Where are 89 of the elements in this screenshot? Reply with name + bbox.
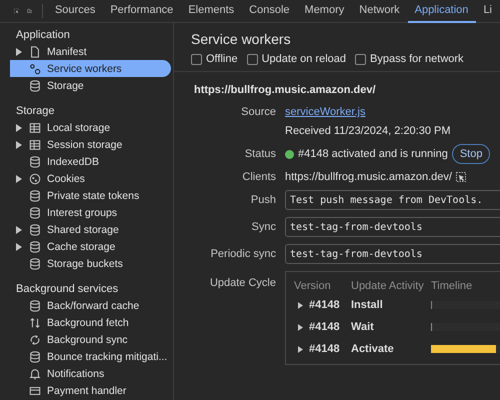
database-icon	[29, 300, 41, 312]
sidebar-item[interactable]: Interest groups	[10, 204, 171, 221]
expand-arrow-icon[interactable]	[16, 140, 22, 148]
periodic-sync-input[interactable]: test-tag-from-devtools	[285, 244, 500, 264]
panel-title: Service workers	[190, 30, 292, 47]
column-header: Timeline	[431, 280, 472, 292]
expand-arrow-icon[interactable]	[298, 346, 303, 352]
push-input[interactable]: Test push message from DevTools.	[285, 190, 500, 210]
field-label: Sync	[250, 221, 276, 233]
database-icon	[29, 240, 41, 252]
expand-arrow-icon[interactable]	[16, 174, 22, 182]
status-dot	[285, 150, 294, 158]
expand-arrow-icon[interactable]	[298, 324, 303, 330]
sidebar-item[interactable]: IndexedDB	[10, 153, 171, 170]
activity-cell-text: Install	[351, 299, 384, 311]
checkbox[interactable]	[246, 54, 258, 64]
expand-arrow-icon[interactable]	[16, 226, 22, 234]
panel-tab[interactable]: Performance	[103, 0, 182, 22]
version-cell: #4148	[309, 299, 340, 311]
activity-cell-text: Wait	[351, 321, 375, 333]
database-icon	[29, 350, 41, 362]
expand-arrow-icon[interactable]	[16, 124, 22, 132]
sidebar-item[interactable]: Storage buckets	[10, 255, 171, 272]
version-cell: #4148	[309, 343, 340, 355]
table-icon	[29, 138, 41, 150]
panel-tab[interactable]: Network	[352, 0, 408, 22]
sync-input[interactable]: test-tag-from-devtools	[285, 217, 500, 237]
sidebar-item[interactable]: Notifications	[10, 365, 171, 382]
column-header: Update Activity	[351, 280, 425, 292]
panel-tab[interactable]: Elements	[181, 0, 242, 22]
database-icon	[29, 258, 41, 270]
sidebar-item[interactable]: Background sync	[10, 331, 171, 348]
expand-arrow-icon[interactable]	[298, 302, 303, 308]
sidebar-item[interactable]: Local storage	[10, 119, 171, 136]
sidebar-item[interactable]: Private state tokens	[10, 187, 171, 204]
bell-icon	[29, 368, 41, 380]
sidebar-item[interactable]: Session storage	[10, 136, 171, 153]
checkbox-label[interactable]: Bypass for network	[370, 53, 464, 65]
column-header: Version	[294, 280, 332, 292]
sidebar-item[interactable]: Cookies	[10, 170, 171, 187]
table-icon	[29, 122, 41, 134]
expand-arrow-icon[interactable]	[16, 48, 22, 56]
checkbox-label[interactable]: Update on reload	[262, 53, 346, 65]
sidebar-item[interactable]: Bounce tracking mitigati...	[10, 348, 171, 365]
database-icon	[29, 190, 41, 202]
source-link[interactable]: serviceWorker.js	[285, 106, 366, 118]
sync-icon	[29, 334, 41, 346]
version-cell: #4148	[309, 321, 340, 333]
card-icon	[29, 384, 41, 396]
sidebar-item[interactable]: Storage	[10, 77, 171, 94]
sidebar-section-title: Application	[15, 28, 71, 43]
cookie-icon	[29, 172, 41, 184]
sidebar-item[interactable]: Back/forward cache	[10, 297, 171, 314]
checkbox-label[interactable]: Offline	[206, 53, 238, 65]
panel-tab[interactable]: Sources	[48, 0, 104, 22]
field-label: Status	[244, 148, 276, 160]
sidebar-section-title: Background services	[15, 282, 120, 297]
database-icon	[29, 156, 41, 168]
field-label: Periodic sync	[210, 248, 276, 260]
stop-button[interactable]: Stop	[452, 144, 490, 164]
panel-tab[interactable]: Console	[242, 0, 298, 22]
sidebar-item[interactable]: Service workers	[10, 60, 171, 77]
database-icon	[29, 206, 41, 218]
up-down-arrows-icon	[29, 316, 41, 328]
client-url: https://bullfrog.music.amazon.dev/	[285, 171, 452, 183]
sidebar-item[interactable]: Cache storage	[10, 238, 171, 255]
field-label: Clients	[241, 171, 276, 183]
database-icon	[29, 224, 41, 236]
status-text: #4148 activated and is running	[298, 148, 448, 160]
checkbox[interactable]	[355, 54, 366, 64]
sidebar-item[interactable]: Shared storage	[10, 221, 171, 238]
database-icon	[29, 80, 41, 92]
inspect-icon[interactable]	[456, 172, 466, 182]
sidebar-item[interactable]: Background fetch	[10, 314, 171, 331]
sidebar-section-title: Storage	[15, 104, 56, 119]
activity-cell-text: Activate	[351, 343, 395, 355]
field-label: Update Cycle	[208, 276, 276, 289]
worker-scope: https://bullfrog.music.amazon.dev/	[194, 84, 377, 96]
expand-arrow-icon[interactable]	[16, 242, 22, 250]
received-time: Received 11/23/2024, 2:20:30 PM	[285, 125, 452, 137]
file-icon	[29, 46, 41, 58]
panel-tab[interactable]: Application	[408, 0, 476, 22]
panel-tab[interactable]: Li	[476, 0, 500, 22]
field-label: Source	[240, 106, 276, 118]
sidebar-item[interactable]: Manifest	[10, 43, 171, 60]
sidebar-item[interactable]: Payment handler	[10, 382, 171, 399]
checkbox[interactable]	[191, 54, 202, 64]
panel-tab[interactable]: Memory	[298, 0, 352, 22]
field-label: Push	[250, 194, 276, 206]
